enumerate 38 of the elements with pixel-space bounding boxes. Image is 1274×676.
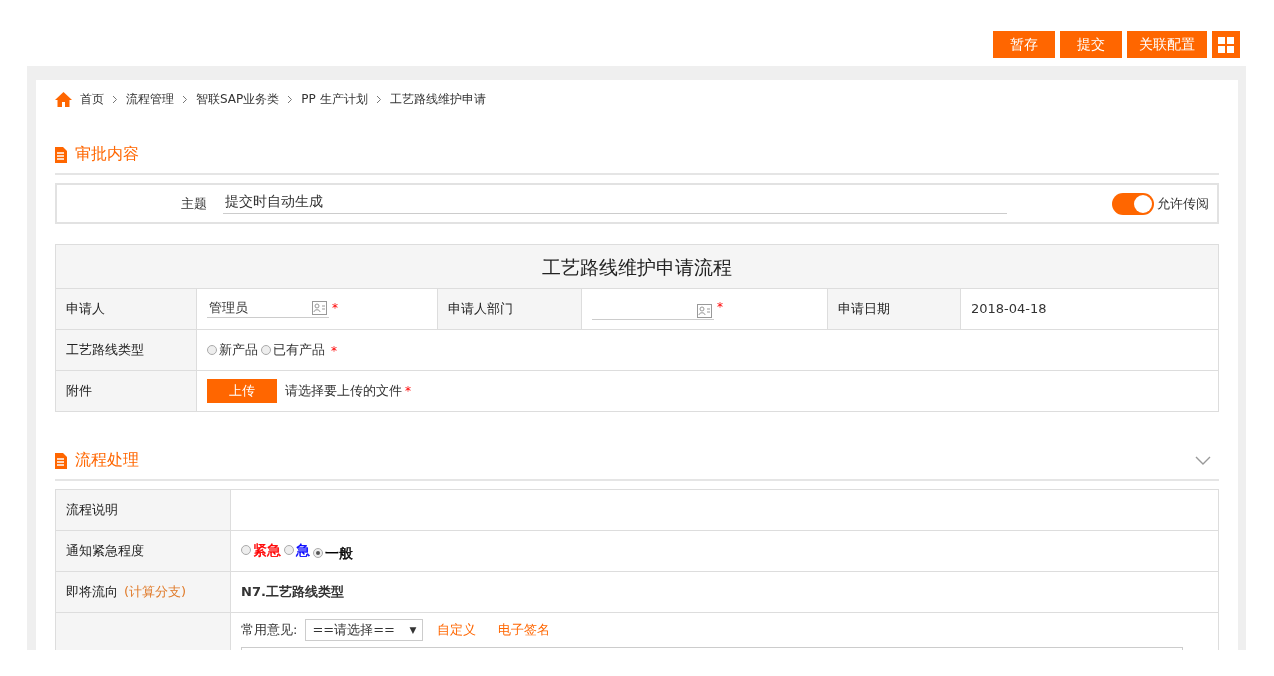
option-label: 急 [296, 541, 310, 558]
field-label: 申请人 [55, 288, 197, 330]
branch-note: (计算分支) [124, 584, 187, 599]
field-label: 申请人部门 [437, 288, 582, 330]
radio-option[interactable]: 新产品 [207, 341, 258, 358]
next-step: N7.工艺路线类型 [230, 571, 1219, 613]
field-label: 流程说明 [55, 489, 231, 531]
date-value: 2018-04-18 [960, 288, 1219, 330]
field-label: 即将流向 [66, 584, 118, 599]
option-label: 一般 [325, 544, 353, 561]
opinion-select[interactable]: ==请选择== ▼ [305, 619, 424, 641]
subject-field[interactable]: 提交时自动生成 [223, 193, 1007, 214]
radio-option[interactable]: 紧急 [241, 541, 281, 558]
field-label: 工艺路线类型 [55, 329, 197, 371]
field-label: 附件 [55, 370, 197, 412]
field-label: 申请日期 [827, 288, 961, 330]
breadcrumb-link[interactable]: PP 生产计划 [301, 90, 368, 108]
required-mark: * [332, 301, 338, 315]
toggle-label: 允许传阅 [1157, 194, 1209, 213]
required-mark: * [331, 343, 337, 358]
radio-option[interactable]: 一般 [313, 544, 353, 561]
form-title: 工艺路线维护申请流程 [55, 244, 1219, 289]
field-label: 主题 [181, 195, 207, 211]
breadcrumb-link[interactable]: 智联SAP业务类 [196, 90, 280, 108]
required-mark: * [717, 299, 723, 314]
field-label: 常用意见: [241, 622, 298, 638]
breadcrumb-link[interactable]: 工艺路线维护申请 [389, 90, 486, 108]
section-title: 审批内容 [75, 144, 139, 165]
radio-option[interactable]: 已有产品 [261, 341, 325, 358]
breadcrumb-link[interactable]: 首页 [80, 90, 104, 108]
option-label: 紧急 [253, 541, 281, 558]
radio-option[interactable]: 急 [284, 541, 310, 558]
breadcrumb-link[interactable]: 流程管理 [126, 90, 174, 108]
section-title: 流程处理 [75, 450, 139, 471]
required-mark: * [405, 384, 411, 398]
field-label: 通知紧急程度 [55, 530, 231, 572]
upload-hint: 请选择要上传的文件 [285, 383, 402, 398]
applicant-field[interactable]: 管理员 [207, 300, 329, 318]
